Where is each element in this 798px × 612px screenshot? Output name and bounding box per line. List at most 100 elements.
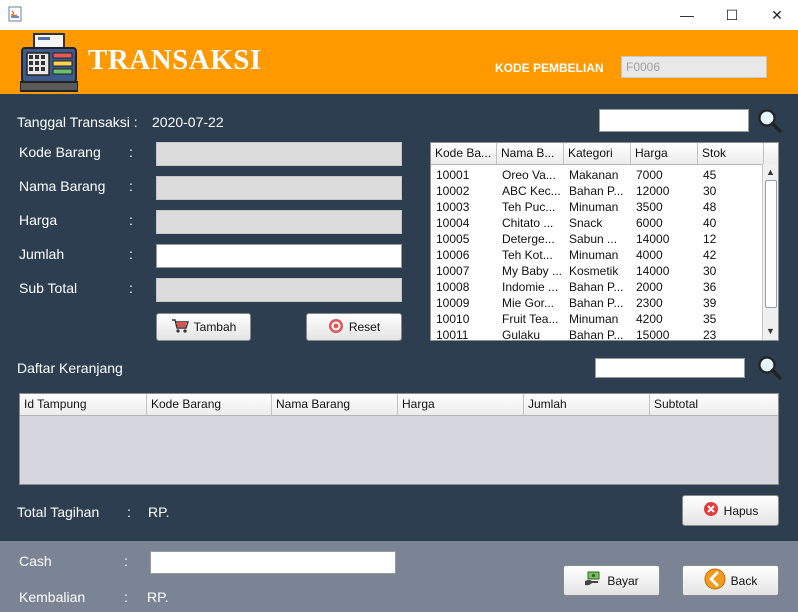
table-cell: 7000: [636, 168, 663, 182]
delete-icon: [703, 501, 719, 520]
table-row[interactable]: 10011 Gulaku Bahan P... 15000 23: [431, 327, 778, 341]
column-header[interactable]: Kode Barang: [147, 394, 272, 415]
close-button[interactable]: ✕: [754, 0, 798, 30]
table-cell: Bahan P...: [569, 280, 624, 294]
back-button[interactable]: Back: [682, 565, 779, 596]
back-label: Back: [730, 573, 758, 588]
scroll-up-arrow-icon[interactable]: ▲: [766, 167, 775, 177]
tambah-button[interactable]: Tambah: [156, 313, 251, 341]
colon: :: [129, 178, 133, 194]
header-banner: TRANSAKSI KODE PEMBELIAN F0006: [0, 30, 798, 94]
kode-barang-label: Kode Barang: [19, 144, 101, 160]
table-cell: Minuman: [569, 312, 619, 326]
header-filler: [764, 143, 778, 164]
scrollbar[interactable]: ▲ ▼: [762, 164, 778, 340]
table-cell: 10001: [436, 168, 470, 182]
table-cell: 10007: [436, 264, 470, 278]
table-cell: Oreo Va...: [502, 168, 556, 182]
table-row[interactable]: 10004 Chitato ... Snack 6000 40: [431, 215, 778, 231]
table-cell: 12: [703, 232, 717, 246]
reset-icon: [328, 318, 344, 337]
table-cell: Minuman: [569, 200, 619, 214]
reset-button[interactable]: Reset: [306, 313, 402, 341]
table-cell: 2000: [636, 280, 663, 294]
table-cell: Sabun ...: [569, 232, 618, 246]
table-cell: 30: [703, 184, 717, 198]
barang-table-body: 10001 Oreo Va... Makanan 7000 45 10002 ABC Kec…: [431, 165, 778, 341]
colon: :: [124, 589, 128, 605]
table-cell: 39: [703, 296, 717, 310]
column-header[interactable]: Nama B...: [497, 143, 564, 164]
table-cell: 4000: [636, 248, 663, 262]
keranjang-search-input[interactable]: [595, 358, 745, 378]
table-cell: 3500: [636, 200, 663, 214]
table-row[interactable]: 10007 My Baby ... Kosmetik 14000 30: [431, 263, 778, 279]
total-tagihan-label: Total Tagihan: [17, 504, 100, 520]
column-header[interactable]: Id Tampung: [20, 394, 147, 415]
table-row[interactable]: 10010 Fruit Tea... Minuman 4200 35: [431, 311, 778, 327]
kembalian-value: RP.: [147, 589, 169, 605]
scroll-thumb[interactable]: [765, 180, 777, 308]
table-cell: 10009: [436, 296, 470, 310]
table-cell: 14000: [636, 232, 670, 246]
table-row[interactable]: 10003 Teh Puc... Minuman 3500 48: [431, 199, 778, 215]
table-cell: My Baby ...: [502, 264, 563, 278]
table-cell: 10006: [436, 248, 470, 262]
table-cell: 35: [703, 312, 717, 326]
table-cell: Deterge...: [502, 232, 555, 246]
colon: :: [124, 553, 128, 569]
table-cell: 4200: [636, 312, 663, 326]
table-cell: 30: [703, 264, 717, 278]
jumlah-input[interactable]: [156, 244, 402, 268]
minimize-button[interactable]: —: [664, 0, 710, 30]
maximize-button[interactable]: ☐: [709, 0, 755, 30]
table-cell: 14000: [636, 264, 670, 278]
table-cell: 10005: [436, 232, 470, 246]
column-header[interactable]: Subtotal: [650, 394, 778, 415]
table-cell: Kosmetik: [569, 264, 619, 278]
scroll-down-arrow-icon[interactable]: ▼: [766, 326, 775, 336]
tanggal-label: Tanggal Transaksi :: [17, 114, 138, 130]
table-cell: Fruit Tea...: [502, 312, 559, 326]
table-row[interactable]: 10005 Deterge... Sabun ... 14000 12: [431, 231, 778, 247]
column-header[interactable]: Nama Barang: [272, 394, 398, 415]
table-cell: 10011: [436, 328, 469, 341]
search-icon[interactable]: [757, 355, 783, 381]
column-header[interactable]: Kode Ba...: [431, 143, 497, 164]
table-cell: 36: [703, 280, 717, 294]
table-cell: Bahan P...: [569, 184, 624, 198]
barang-search-input[interactable]: [599, 109, 749, 132]
column-header[interactable]: Stok: [698, 143, 764, 164]
column-header[interactable]: Kategori: [564, 143, 631, 164]
table-cell: Snack: [569, 216, 603, 230]
table-row[interactable]: 10002 ABC Kec... Bahan P... 12000 30: [431, 183, 778, 199]
jumlah-label: Jumlah: [19, 246, 65, 262]
colon: :: [129, 212, 133, 228]
table-cell: Makanan: [569, 168, 619, 182]
table-row[interactable]: 10008 Indomie ... Bahan P... 2000 36: [431, 279, 778, 295]
hapus-button[interactable]: Hapus: [682, 495, 779, 526]
column-header[interactable]: Harga: [631, 143, 698, 164]
table-cell: 10008: [436, 280, 470, 294]
nama-barang-field: [156, 176, 402, 200]
nama-barang-label: Nama Barang: [19, 178, 106, 194]
tanggal-value: 2020-07-22: [152, 114, 224, 130]
colon: :: [127, 504, 131, 520]
column-header[interactable]: Harga: [398, 394, 524, 415]
colon: :: [129, 144, 133, 160]
table-row[interactable]: 10006 Teh Kot... Minuman 4000 42: [431, 247, 778, 263]
table-cell: Teh Kot...: [502, 248, 553, 262]
table-cell: 10010: [436, 312, 470, 326]
bayar-label: Bayar: [607, 573, 639, 588]
table-row[interactable]: 10009 Mie Gor... Bahan P... 2300 39: [431, 295, 778, 311]
column-header[interactable]: Jumlah: [524, 394, 650, 415]
bayar-button[interactable]: Bayar: [563, 565, 660, 596]
window-titlebar: — ☐ ✕: [0, 0, 798, 30]
table-cell: Mie Gor...: [502, 296, 555, 310]
cash-input[interactable]: [150, 551, 396, 574]
search-icon[interactable]: [757, 108, 783, 134]
kembalian-label: Kembalian: [19, 589, 86, 605]
table-row[interactable]: 10001 Oreo Va... Makanan 7000 45: [431, 167, 778, 183]
cash-register-icon: [19, 32, 79, 92]
table-cell: Gulaku: [502, 328, 541, 341]
